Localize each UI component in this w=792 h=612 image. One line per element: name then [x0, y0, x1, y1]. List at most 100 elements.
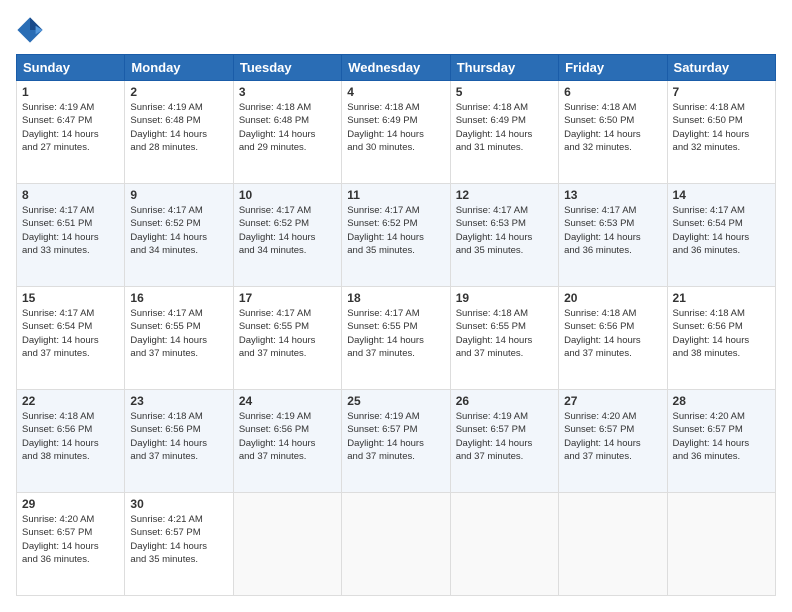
calendar-week-2: 8 Sunrise: 4:17 AM Sunset: 6:51 PM Daylig… — [17, 184, 776, 287]
calendar-cell: 24 Sunrise: 4:19 AM Sunset: 6:56 PM Dayli… — [233, 390, 341, 493]
day-info: Sunrise: 4:20 AM Sunset: 6:57 PM Dayligh… — [564, 410, 661, 463]
day-number: 24 — [239, 394, 336, 408]
day-number: 19 — [456, 291, 553, 305]
day-info: Sunrise: 4:18 AM Sunset: 6:56 PM Dayligh… — [673, 307, 770, 360]
day-number: 7 — [673, 85, 770, 99]
day-info: Sunrise: 4:18 AM Sunset: 6:56 PM Dayligh… — [22, 410, 119, 463]
calendar-cell: 14 Sunrise: 4:17 AM Sunset: 6:54 PM Dayli… — [667, 184, 775, 287]
weekday-header-wednesday: Wednesday — [342, 55, 450, 81]
day-info: Sunrise: 4:19 AM Sunset: 6:57 PM Dayligh… — [347, 410, 444, 463]
calendar-table: SundayMondayTuesdayWednesdayThursdayFrid… — [16, 54, 776, 596]
day-number: 12 — [456, 188, 553, 202]
day-number: 16 — [130, 291, 227, 305]
day-info: Sunrise: 4:20 AM Sunset: 6:57 PM Dayligh… — [22, 513, 119, 566]
day-info: Sunrise: 4:17 AM Sunset: 6:55 PM Dayligh… — [239, 307, 336, 360]
day-number: 4 — [347, 85, 444, 99]
day-info: Sunrise: 4:17 AM Sunset: 6:52 PM Dayligh… — [130, 204, 227, 257]
weekday-header-friday: Friday — [559, 55, 667, 81]
calendar-cell: 26 Sunrise: 4:19 AM Sunset: 6:57 PM Dayli… — [450, 390, 558, 493]
day-info: Sunrise: 4:18 AM Sunset: 6:55 PM Dayligh… — [456, 307, 553, 360]
calendar-cell: 17 Sunrise: 4:17 AM Sunset: 6:55 PM Dayli… — [233, 287, 341, 390]
day-info: Sunrise: 4:17 AM Sunset: 6:52 PM Dayligh… — [347, 204, 444, 257]
weekday-header-thursday: Thursday — [450, 55, 558, 81]
day-number: 23 — [130, 394, 227, 408]
day-number: 3 — [239, 85, 336, 99]
day-info: Sunrise: 4:21 AM Sunset: 6:57 PM Dayligh… — [130, 513, 227, 566]
day-number: 11 — [347, 188, 444, 202]
day-info: Sunrise: 4:17 AM Sunset: 6:55 PM Dayligh… — [347, 307, 444, 360]
day-number: 9 — [130, 188, 227, 202]
day-number: 5 — [456, 85, 553, 99]
day-number: 26 — [456, 394, 553, 408]
calendar-cell: 1Sunrise: 4:19 AM Sunset: 6:47 PM Daylig… — [17, 81, 125, 184]
calendar-cell: 29Sunrise: 4:20 AM Sunset: 6:57 PM Dayli… — [17, 493, 125, 596]
day-info: Sunrise: 4:19 AM Sunset: 6:57 PM Dayligh… — [456, 410, 553, 463]
day-number: 1 — [22, 85, 119, 99]
day-number: 22 — [22, 394, 119, 408]
weekday-header-monday: Monday — [125, 55, 233, 81]
day-info: Sunrise: 4:17 AM Sunset: 6:54 PM Dayligh… — [22, 307, 119, 360]
day-number: 10 — [239, 188, 336, 202]
day-info: Sunrise: 4:19 AM Sunset: 6:48 PM Dayligh… — [130, 101, 227, 154]
calendar-cell — [559, 493, 667, 596]
day-number: 13 — [564, 188, 661, 202]
calendar-cell: 21 Sunrise: 4:18 AM Sunset: 6:56 PM Dayli… — [667, 287, 775, 390]
day-info: Sunrise: 4:19 AM Sunset: 6:56 PM Dayligh… — [239, 410, 336, 463]
weekday-header-row: SundayMondayTuesdayWednesdayThursdayFrid… — [17, 55, 776, 81]
day-number: 17 — [239, 291, 336, 305]
day-info: Sunrise: 4:17 AM Sunset: 6:51 PM Dayligh… — [22, 204, 119, 257]
calendar-week-4: 22 Sunrise: 4:18 AM Sunset: 6:56 PM Dayli… — [17, 390, 776, 493]
day-info: Sunrise: 4:18 AM Sunset: 6:56 PM Dayligh… — [564, 307, 661, 360]
calendar-cell: 4Sunrise: 4:18 AM Sunset: 6:49 PM Daylig… — [342, 81, 450, 184]
calendar-cell: 2 Sunrise: 4:19 AM Sunset: 6:48 PM Daylig… — [125, 81, 233, 184]
calendar-cell: 10Sunrise: 4:17 AM Sunset: 6:52 PM Dayli… — [233, 184, 341, 287]
calendar-cell: 15 Sunrise: 4:17 AM Sunset: 6:54 PM Dayli… — [17, 287, 125, 390]
day-number: 15 — [22, 291, 119, 305]
day-number: 21 — [673, 291, 770, 305]
calendar-cell: 18Sunrise: 4:17 AM Sunset: 6:55 PM Dayli… — [342, 287, 450, 390]
calendar-cell: 8 Sunrise: 4:17 AM Sunset: 6:51 PM Daylig… — [17, 184, 125, 287]
page: SundayMondayTuesdayWednesdayThursdayFrid… — [0, 0, 792, 612]
calendar-week-1: 1Sunrise: 4:19 AM Sunset: 6:47 PM Daylig… — [17, 81, 776, 184]
logo — [16, 16, 48, 44]
calendar-cell — [450, 493, 558, 596]
day-info: Sunrise: 4:18 AM Sunset: 6:56 PM Dayligh… — [130, 410, 227, 463]
calendar-cell: 27 Sunrise: 4:20 AM Sunset: 6:57 PM Dayli… — [559, 390, 667, 493]
logo-icon — [16, 16, 44, 44]
day-info: Sunrise: 4:18 AM Sunset: 6:48 PM Dayligh… — [239, 101, 336, 154]
calendar-cell: 13 Sunrise: 4:17 AM Sunset: 6:53 PM Dayli… — [559, 184, 667, 287]
calendar-cell: 5 Sunrise: 4:18 AM Sunset: 6:49 PM Daylig… — [450, 81, 558, 184]
header — [16, 16, 776, 44]
calendar-cell: 3 Sunrise: 4:18 AM Sunset: 6:48 PM Daylig… — [233, 81, 341, 184]
calendar-cell: 19 Sunrise: 4:18 AM Sunset: 6:55 PM Dayli… — [450, 287, 558, 390]
day-number: 27 — [564, 394, 661, 408]
day-info: Sunrise: 4:17 AM Sunset: 6:53 PM Dayligh… — [456, 204, 553, 257]
day-number: 28 — [673, 394, 770, 408]
day-number: 8 — [22, 188, 119, 202]
calendar-cell: 30Sunrise: 4:21 AM Sunset: 6:57 PM Dayli… — [125, 493, 233, 596]
calendar-cell — [667, 493, 775, 596]
day-number: 6 — [564, 85, 661, 99]
day-info: Sunrise: 4:18 AM Sunset: 6:50 PM Dayligh… — [673, 101, 770, 154]
calendar-cell: 7 Sunrise: 4:18 AM Sunset: 6:50 PM Daylig… — [667, 81, 775, 184]
day-number: 25 — [347, 394, 444, 408]
day-number: 2 — [130, 85, 227, 99]
calendar-cell: 6Sunrise: 4:18 AM Sunset: 6:50 PM Daylig… — [559, 81, 667, 184]
calendar-week-5: 29Sunrise: 4:20 AM Sunset: 6:57 PM Dayli… — [17, 493, 776, 596]
day-info: Sunrise: 4:17 AM Sunset: 6:54 PM Dayligh… — [673, 204, 770, 257]
calendar-cell: 9 Sunrise: 4:17 AM Sunset: 6:52 PM Daylig… — [125, 184, 233, 287]
day-number: 20 — [564, 291, 661, 305]
calendar-cell: 20 Sunrise: 4:18 AM Sunset: 6:56 PM Dayli… — [559, 287, 667, 390]
calendar-cell: 25 Sunrise: 4:19 AM Sunset: 6:57 PM Dayli… — [342, 390, 450, 493]
calendar-cell: 22 Sunrise: 4:18 AM Sunset: 6:56 PM Dayli… — [17, 390, 125, 493]
weekday-header-saturday: Saturday — [667, 55, 775, 81]
day-number: 14 — [673, 188, 770, 202]
calendar-cell: 28Sunrise: 4:20 AM Sunset: 6:57 PM Dayli… — [667, 390, 775, 493]
calendar-cell — [342, 493, 450, 596]
day-info: Sunrise: 4:17 AM Sunset: 6:53 PM Dayligh… — [564, 204, 661, 257]
weekday-header-sunday: Sunday — [17, 55, 125, 81]
calendar-cell: 16Sunrise: 4:17 AM Sunset: 6:55 PM Dayli… — [125, 287, 233, 390]
day-info: Sunrise: 4:18 AM Sunset: 6:49 PM Dayligh… — [456, 101, 553, 154]
calendar-cell — [233, 493, 341, 596]
calendar-cell: 23 Sunrise: 4:18 AM Sunset: 6:56 PM Dayli… — [125, 390, 233, 493]
